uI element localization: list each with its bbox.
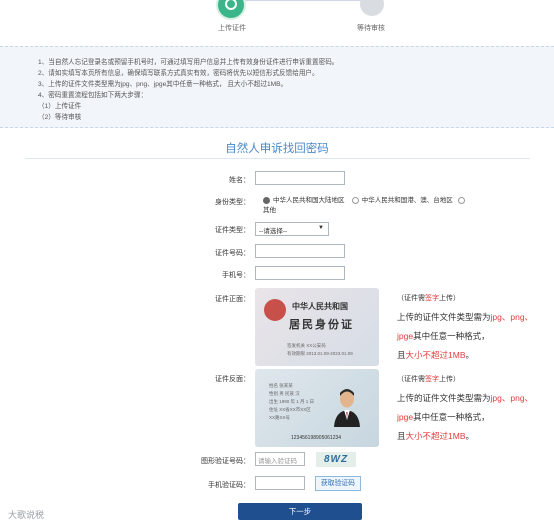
captcha-label: 图形验证号码： [201, 458, 250, 465]
identity-radio-other[interactable]: 其他 [263, 207, 276, 214]
captcha-input[interactable]: 请输入验证码 [255, 452, 305, 466]
cert-type-value: --请选择-- [259, 228, 288, 235]
note-line: 1、当自然人忘记登录名或预留手机号时，可通过填写用户信息并上传有效身份证件进行申… [38, 59, 339, 66]
step-connector [237, 0, 365, 2]
radio-icon [351, 196, 359, 204]
cert-type-label: 证件类型： [215, 227, 250, 234]
card-front-small: 签发机关 XX公安局 [287, 343, 326, 348]
card-back-id: 123456198905061234 [291, 435, 342, 441]
identity-radio-hmt[interactable]: 中华人民共和国港、澳、台地区 [351, 196, 453, 204]
title-divider [25, 158, 530, 159]
note-line: （2）等待审核 [38, 114, 82, 121]
national-emblem-icon [264, 299, 286, 321]
note-line: 3、上传的证件文件类型需为jpg、png、jpge其中任意一种格式， 且大小不超… [38, 81, 288, 88]
note-line: 2、请如实填写本页所有信息，确保填写联系方式真实有效，密码将优先以短信形式反馈给… [38, 70, 319, 77]
card-front-small: 有效期限 2013.01.09-2023.01.09 [287, 351, 353, 356]
step-1-icon [218, 0, 244, 18]
sms-code-label: 手机验证码： [208, 482, 250, 489]
name-input[interactable] [255, 171, 345, 185]
identity-type-label: 身份类型： [215, 199, 250, 206]
step-2-label: 等待审核 [357, 25, 385, 32]
card-front-line2: 居民身份证 [289, 318, 354, 331]
card-back-text: 住址 XX省XX市XX区 [269, 407, 311, 412]
step-2-icon [360, 0, 384, 16]
cert-no-label: 证件号码： [215, 250, 250, 257]
radio-icon[interactable] [458, 196, 466, 204]
note-line: （1）上传证件 [38, 103, 82, 110]
portrait-icon [334, 389, 360, 427]
card-back-text: XX路XX号 [269, 415, 291, 420]
note-line: 4、密码重置流程包括如下两大步骤： [38, 92, 148, 99]
progress-steps: 上传证件 等待审核 [0, 0, 554, 40]
next-step-button[interactable]: 下一步 [238, 503, 362, 520]
id-card-front-upload[interactable]: 中华人民共和国 居民身份证 签发机关 XX公安局 有效期限 2013.01.09… [255, 288, 379, 366]
back-label: 证件反面： [215, 376, 250, 383]
card-back-text: 姓名 张某某 [269, 383, 293, 388]
instructions-panel: 1、当自然人忘记登录名或预留手机号时，可通过填写用户信息并上传有效身份证件进行申… [0, 46, 554, 128]
id-card-back-upload[interactable]: 姓名 张某某 性别 男 民族 汉 出生 1990 年 1 月 1 日 住址 XX… [255, 369, 379, 447]
name-label: 姓名： [229, 177, 250, 184]
phone-label: 手机号： [222, 272, 250, 279]
step-1-label: 上传证件 [218, 25, 246, 32]
page-title: 自然人申诉找回密码 [225, 143, 329, 155]
identity-type-radio-group: 中华人民共和国大陆地区 中华人民共和国港、澳、台地区 其他 [263, 196, 523, 216]
card-back-text: 出生 1990 年 1 月 1 日 [269, 399, 315, 404]
card-back-text: 性别 男 民族 汉 [269, 391, 300, 396]
cert-no-input[interactable] [255, 244, 345, 258]
cert-type-select[interactable]: --请选择-- ▼ [255, 222, 329, 236]
watermark: 大歌说税 [8, 510, 45, 520]
captcha-image[interactable]: 8WZ [316, 452, 356, 467]
chevron-down-icon: ▼ [318, 225, 324, 231]
sms-code-input[interactable] [255, 476, 305, 490]
phone-input[interactable] [255, 266, 345, 280]
front-label: 证件正面： [215, 296, 250, 303]
radio-icon [263, 196, 270, 204]
back-upload-hint: （证件需签字上传） 上传的证件文件类型需为jpg、png、jpge其中任意一种格… [397, 376, 534, 441]
front-upload-hint: （证件需签字上传） 上传的证件文件类型需为jpg、png、jpge其中任意一种格… [397, 295, 534, 360]
card-front-line1: 中华人民共和国 [292, 301, 348, 311]
get-sms-code-button[interactable]: 获取验证码 [315, 476, 361, 491]
identity-radio-mainland[interactable]: 中华人民共和国大陆地区 [263, 196, 345, 204]
